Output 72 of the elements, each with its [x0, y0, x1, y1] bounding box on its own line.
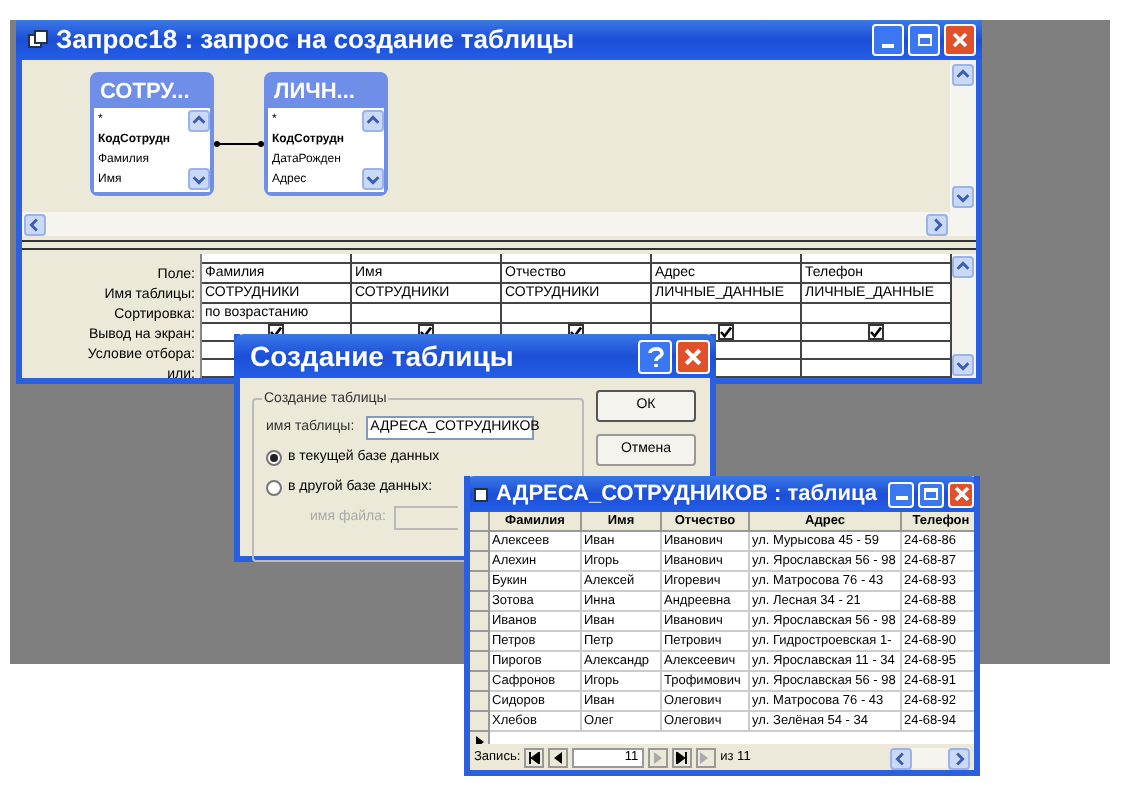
radio-button[interactable]	[266, 450, 282, 467]
query-icon	[28, 30, 48, 50]
close-icon	[684, 347, 702, 365]
criteria-cell[interactable]	[801, 360, 951, 378]
chevron-down-icon	[954, 188, 972, 206]
window-title: Запрос18 : запрос на создание таблицы	[56, 22, 577, 59]
chevron-up-icon	[954, 258, 973, 276]
chevron-left-icon	[26, 215, 44, 233]
close-icon	[952, 32, 968, 48]
scroll-down-button[interactable]	[952, 186, 974, 208]
column-selector[interactable]	[501, 254, 651, 265]
minimize-button[interactable]	[888, 481, 914, 507]
chevron-right-icon	[950, 749, 968, 767]
scroll-down-button[interactable]	[362, 168, 384, 190]
column-selector[interactable]	[801, 254, 951, 265]
window-title: АДРЕСА_СОТРУДНИКОВ : таблица	[496, 479, 879, 510]
chevron-right-icon	[928, 215, 946, 233]
current-record-icon	[475, 735, 483, 744]
close-icon	[953, 486, 969, 502]
close-button[interactable]	[944, 24, 976, 56]
criteria-cell[interactable]	[801, 342, 951, 361]
field-list-title: СОТРУ...	[98, 78, 192, 108]
new-record-icon	[700, 751, 713, 763]
vertical-scrollbar[interactable]	[951, 254, 976, 378]
first-record-icon	[528, 751, 541, 763]
table-icon	[474, 487, 488, 501]
field-list-title: ЛИЧН...	[272, 78, 357, 108]
help-button[interactable]	[638, 339, 672, 373]
scroll-right-button[interactable]	[948, 747, 970, 769]
column-selector[interactable]	[351, 254, 501, 265]
vertical-scrollbar[interactable]	[950, 60, 976, 236]
horizontal-scrollbar[interactable]	[22, 212, 950, 236]
first-record-button[interactable]	[524, 747, 545, 767]
checkbox[interactable]	[717, 324, 733, 341]
chevron-left-icon	[892, 749, 910, 767]
checkbox[interactable]	[867, 324, 883, 341]
minimize-button[interactable]	[872, 24, 904, 56]
scroll-left-button[interactable]	[890, 747, 912, 769]
triangle-right-icon	[654, 751, 663, 763]
previous-record-button[interactable]	[548, 747, 569, 767]
column-selector[interactable]	[651, 254, 801, 265]
horizontal-scrollbar[interactable]	[890, 747, 970, 767]
scroll-down-button[interactable]	[952, 354, 975, 376]
sort-cell[interactable]	[501, 304, 651, 325]
dialog-title: Создание таблицы	[250, 337, 516, 376]
join-line	[214, 138, 264, 150]
scroll-up-button[interactable]	[952, 256, 975, 278]
chevron-up-icon	[190, 112, 208, 130]
scroll-up-button[interactable]	[362, 110, 384, 132]
maximize-button[interactable]	[908, 24, 940, 56]
question-mark-icon	[647, 345, 663, 367]
close-button[interactable]	[948, 481, 974, 507]
close-button[interactable]	[676, 339, 710, 373]
radio-button[interactable]	[266, 479, 282, 496]
sort-cell[interactable]	[651, 304, 801, 325]
last-record-button[interactable]	[672, 747, 693, 767]
chevron-down-icon	[364, 170, 382, 188]
scroll-left-button[interactable]	[24, 213, 46, 235]
chevron-down-icon	[190, 170, 208, 188]
scroll-down-button[interactable]	[188, 168, 210, 190]
chevron-down-icon	[954, 356, 973, 374]
triangle-left-icon	[554, 751, 563, 763]
file-name-field[interactable]	[393, 506, 458, 530]
chevron-up-icon	[364, 112, 382, 130]
scroll-up-button[interactable]	[188, 110, 210, 132]
chevron-up-icon	[954, 66, 972, 84]
scroll-right-button[interactable]	[926, 213, 948, 235]
sort-cell[interactable]	[351, 304, 501, 325]
scroll-up-button[interactable]	[952, 64, 974, 86]
column-selector[interactable]	[201, 254, 351, 265]
last-record-icon	[676, 751, 689, 763]
maximize-button[interactable]	[918, 481, 944, 507]
